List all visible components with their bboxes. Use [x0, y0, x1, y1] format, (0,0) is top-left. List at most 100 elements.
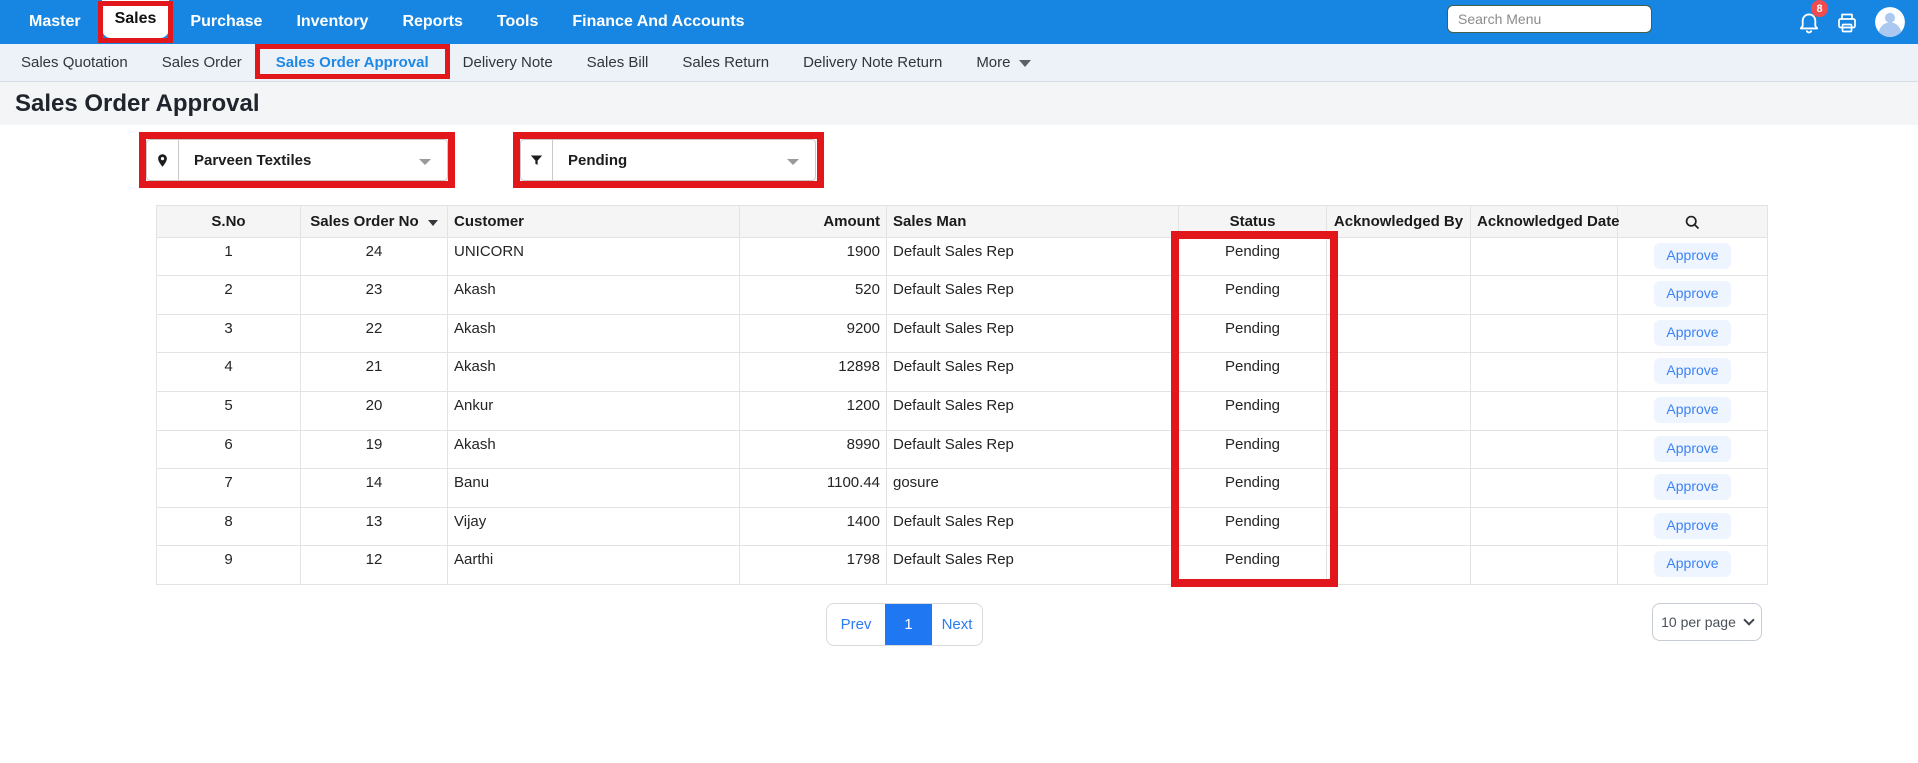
approve-button[interactable]: Approve: [1654, 397, 1730, 423]
current-page-button[interactable]: 1: [885, 604, 932, 645]
cell-order_no: 23: [301, 276, 448, 315]
sales-order-approval-page: Master Sales Purchase Inventory Reports Tools…: [0, 0, 1918, 763]
cell-acknowledged_by: [1327, 546, 1471, 585]
approve-button[interactable]: Approve: [1654, 320, 1730, 346]
table-row: 421Akash12898Default Sales RepPendingApp…: [157, 353, 1768, 392]
column-header-s-no: S.No: [157, 206, 301, 238]
cell-sno: 7: [157, 469, 301, 508]
subnav-item-delivery-note-return[interactable]: Delivery Note Return: [803, 54, 942, 71]
topnav-item-purchase[interactable]: Purchase: [190, 13, 262, 31]
cell-customer: Vijay: [448, 507, 740, 546]
cell-sno: 4: [157, 353, 301, 392]
prev-page-button[interactable]: Prev: [827, 604, 885, 645]
status-filter-dropdown[interactable]: Pending: [520, 139, 816, 181]
cell-amount: 1200: [740, 391, 887, 430]
cell-order_no: 21: [301, 353, 448, 392]
page-size-select[interactable]: 10 per page: [1652, 603, 1762, 641]
cell-sno: 1: [157, 237, 301, 276]
search-input[interactable]: [1447, 5, 1652, 33]
table-row: 813Vijay1400Default Sales RepPendingAppr…: [157, 507, 1768, 546]
sort-descending-icon: [428, 220, 438, 226]
table-row: 124UNICORN1900Default Sales RepPendingAp…: [157, 237, 1768, 276]
cell-action: Approve: [1618, 469, 1768, 508]
cell-acknowledged_date: [1471, 469, 1618, 508]
topnav-item-sales[interactable]: Sales: [102, 0, 170, 38]
next-page-button[interactable]: Next: [932, 604, 982, 645]
chevron-down-icon: [787, 159, 799, 165]
table-row: 619Akash8990Default Sales RepPendingAppr…: [157, 430, 1768, 469]
pagination: Prev 1 Next: [826, 603, 983, 646]
table-row: 912Aarthi1798Default Sales RepPendingApp…: [157, 546, 1768, 585]
cell-acknowledged_by: [1327, 469, 1471, 508]
page-size-value: 10 per page: [1661, 614, 1736, 630]
cell-acknowledged_date: [1471, 353, 1618, 392]
topnav-item-tools[interactable]: Tools: [497, 13, 538, 31]
cell-sno: 3: [157, 314, 301, 353]
table-row: 714Banu1100.44gosurePendingApprove: [157, 469, 1768, 508]
subnav-item-more[interactable]: More: [976, 54, 1030, 71]
approve-button[interactable]: Approve: [1654, 281, 1730, 307]
topnav-item-inventory[interactable]: Inventory: [296, 13, 368, 31]
print-icon[interactable]: [1835, 11, 1859, 35]
cell-acknowledged_by: [1327, 391, 1471, 430]
cell-sales_man: Default Sales Rep: [887, 391, 1179, 430]
cell-status: Pending: [1179, 469, 1327, 508]
subnav-item-sales-order-approval[interactable]: Sales Order Approval: [276, 54, 429, 71]
cell-sales_man: Default Sales Rep: [887, 276, 1179, 315]
company-filter-value: Parveen Textiles: [194, 152, 311, 169]
approve-button[interactable]: Approve: [1654, 436, 1730, 462]
cell-order_no: 24: [301, 237, 448, 276]
cell-sno: 6: [157, 430, 301, 469]
approve-button[interactable]: Approve: [1654, 474, 1730, 500]
cell-order_no: 22: [301, 314, 448, 353]
column-header-acknowledged-date: Acknowledged Date: [1471, 206, 1618, 238]
user-avatar[interactable]: [1875, 7, 1905, 37]
column-header-amount: Amount: [740, 206, 887, 238]
cell-sales_man: Default Sales Rep: [887, 430, 1179, 469]
subnav-item-sales-bill[interactable]: Sales Bill: [587, 54, 649, 71]
table-row: 520Ankur1200Default Sales RepPending Appr…: [157, 391, 1768, 430]
table-row: 223Akash520Default Sales RepPendingAppro…: [157, 276, 1768, 315]
cell-customer: Ankur: [448, 391, 740, 430]
cell-customer: Akash: [448, 430, 740, 469]
subnav-item-delivery-note[interactable]: Delivery Note: [463, 54, 553, 71]
company-filter-dropdown[interactable]: Parveen Textiles: [146, 139, 448, 181]
cell-amount: 1900: [740, 237, 887, 276]
approve-button[interactable]: Approve: [1654, 513, 1730, 539]
cell-acknowledged_date: [1471, 546, 1618, 585]
subnav-item-sales-quotation[interactable]: Sales Quotation: [21, 54, 128, 71]
cell-acknowledged_by: [1327, 430, 1471, 469]
cell-amount: 8990: [740, 430, 887, 469]
cell-action: Approve: [1618, 391, 1768, 430]
cell-sales_man: Default Sales Rep: [887, 353, 1179, 392]
approve-button[interactable]: Approve: [1654, 358, 1730, 384]
topnav-item-reports[interactable]: Reports: [402, 13, 462, 31]
cell-sno: 8: [157, 507, 301, 546]
cell-sno: 9: [157, 546, 301, 585]
cell-order_no: 12: [301, 546, 448, 585]
subnav-item-sales-order[interactable]: Sales Order: [162, 54, 242, 71]
cell-status: Pending: [1179, 507, 1327, 546]
cell-action: Approve: [1618, 546, 1768, 585]
cell-status: Pending: [1179, 391, 1327, 430]
chevron-down-icon: [1019, 60, 1031, 67]
cell-customer: Akash: [448, 353, 740, 392]
cell-order_no: 20: [301, 391, 448, 430]
subnav-item-sales-return[interactable]: Sales Return: [682, 54, 769, 71]
cell-amount: 1100.44: [740, 469, 887, 508]
page-title: Sales Order Approval: [15, 90, 260, 118]
cell-sno: 5: [157, 391, 301, 430]
cell-sales_man: Default Sales Rep: [887, 546, 1179, 585]
notification-badge: 8: [1811, 0, 1828, 17]
cell-sales_man: Default Sales Rep: [887, 507, 1179, 546]
cell-sales_man: Default Sales Rep: [887, 237, 1179, 276]
cell-amount: 1798: [740, 546, 887, 585]
approve-button[interactable]: Approve: [1654, 551, 1730, 577]
column-header-sales-order-no[interactable]: Sales Order No: [301, 206, 448, 238]
topnav-item-master[interactable]: Master: [29, 13, 81, 31]
topnav-item-finance-and-accounts[interactable]: Finance And Accounts: [572, 13, 744, 31]
cell-status: Pending: [1179, 314, 1327, 353]
approve-button[interactable]: Approve: [1654, 243, 1730, 269]
chevron-down-icon: [419, 159, 431, 165]
cell-status: Pending: [1179, 430, 1327, 469]
